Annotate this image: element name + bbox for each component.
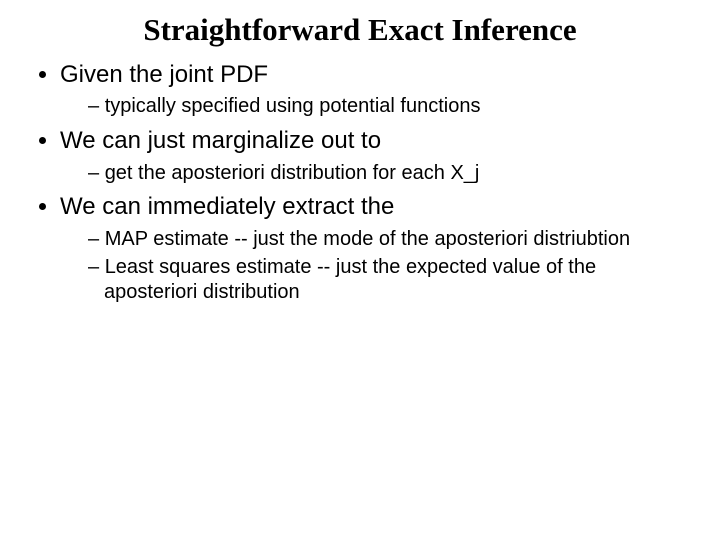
bullet-item: We can just marginalize out to get the a…	[60, 126, 690, 186]
sub-bullet-item: typically specified using potential func…	[88, 94, 690, 120]
bullet-list: Given the joint PDF typically specified …	[30, 60, 690, 306]
sub-bullet-item: get the aposteriori distribution for eac…	[88, 161, 690, 187]
slide-content: Given the joint PDF typically specified …	[30, 60, 690, 306]
bullet-text: We can immediately extract the	[60, 193, 394, 220]
slide: Straightforward Exact Inference Given th…	[0, 0, 720, 540]
slide-title: Straightforward Exact Inference	[30, 12, 690, 48]
sub-bullet-item: MAP estimate -- just the mode of the apo…	[88, 227, 690, 253]
bullet-text: Given the joint PDF	[60, 61, 268, 88]
sub-bullet-list: get the aposteriori distribution for eac…	[60, 161, 690, 187]
bullet-text: We can just marginalize out to	[60, 127, 381, 154]
sub-bullet-list: MAP estimate -- just the mode of the apo…	[60, 227, 690, 306]
bullet-item: We can immediately extract the MAP estim…	[60, 192, 690, 306]
sub-bullet-item: Least squares estimate -- just the expec…	[88, 255, 690, 306]
sub-bullet-list: typically specified using potential func…	[60, 94, 690, 120]
bullet-item: Given the joint PDF typically specified …	[60, 60, 690, 120]
